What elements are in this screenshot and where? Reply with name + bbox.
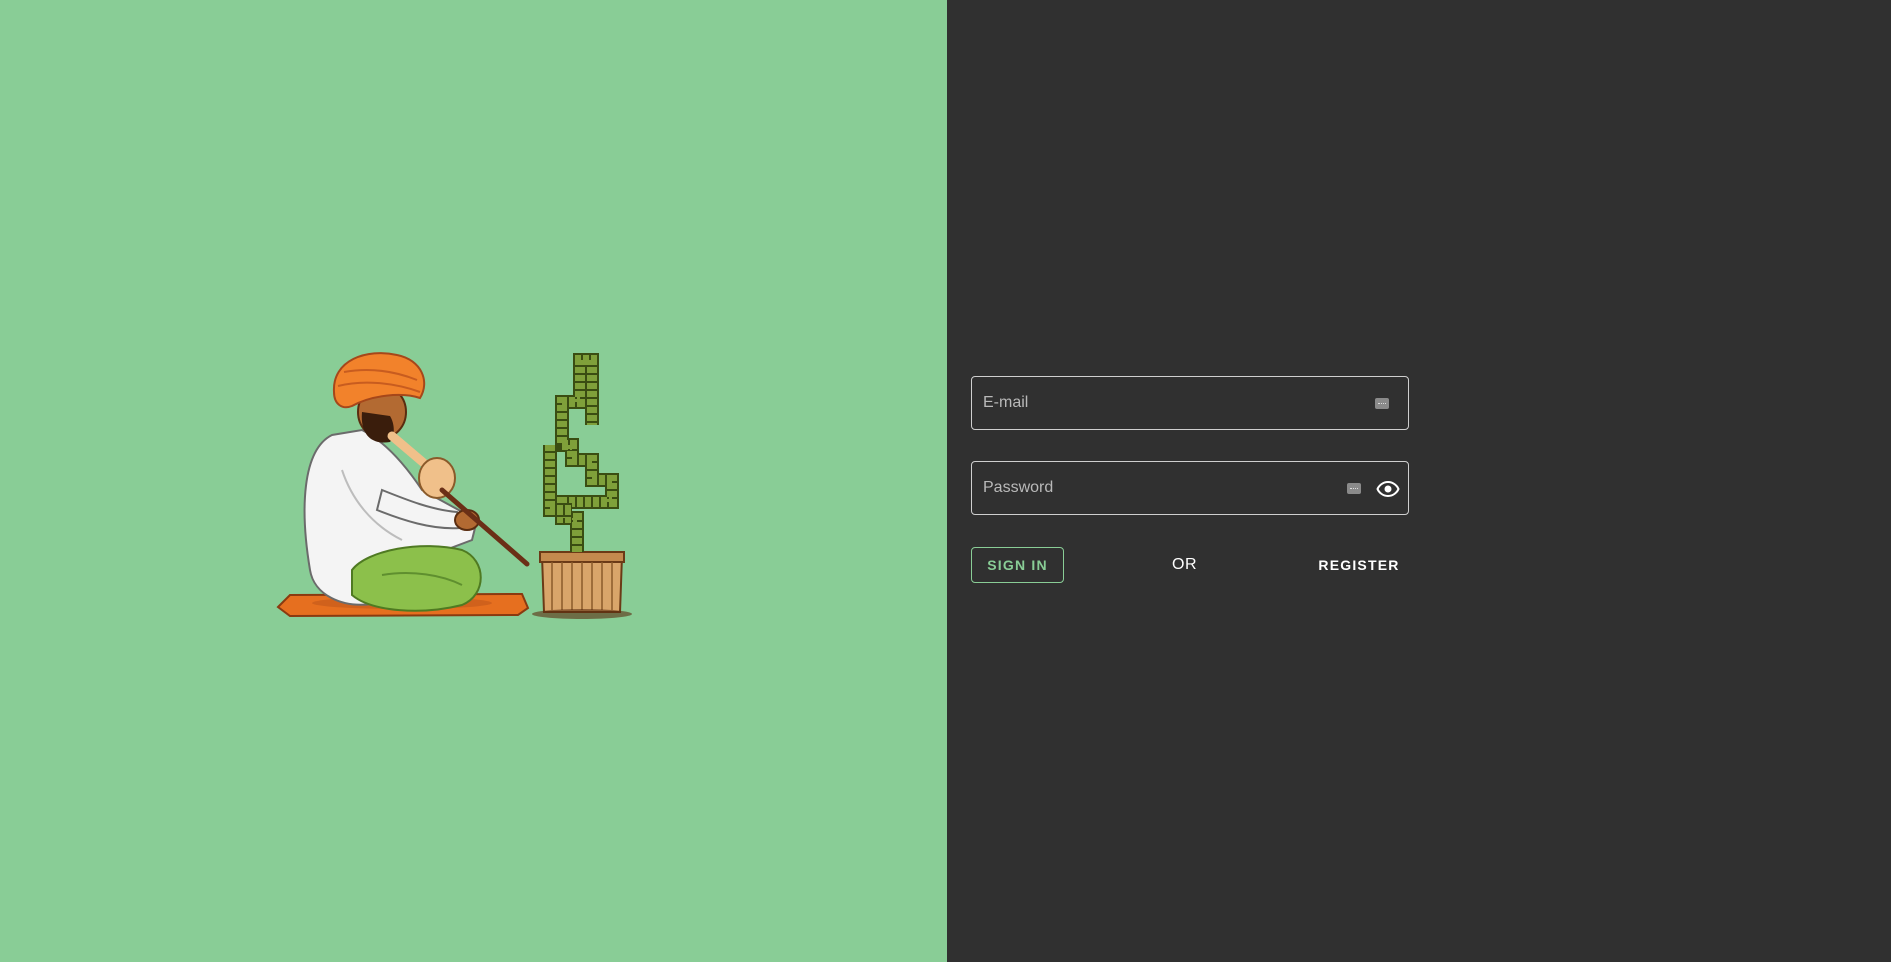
email-field-container <box>971 376 1409 430</box>
login-page: SIGN IN OR REGISTER <box>0 0 1891 962</box>
autofill-key-icon[interactable] <box>1347 483 1361 494</box>
register-button[interactable]: REGISTER <box>1309 547 1409 583</box>
snake-charmer-illustration <box>276 352 632 619</box>
illustration-panel <box>0 0 947 962</box>
eye-icon[interactable] <box>1376 477 1400 501</box>
password-input[interactable] <box>972 462 1408 514</box>
email-input[interactable] <box>972 377 1408 429</box>
form-actions: SIGN IN OR REGISTER <box>971 547 1409 583</box>
password-field-container <box>971 461 1409 515</box>
sign-in-button[interactable]: SIGN IN <box>971 547 1064 583</box>
or-separator: OR <box>1172 556 1197 573</box>
autofill-key-icon[interactable] <box>1375 398 1389 409</box>
